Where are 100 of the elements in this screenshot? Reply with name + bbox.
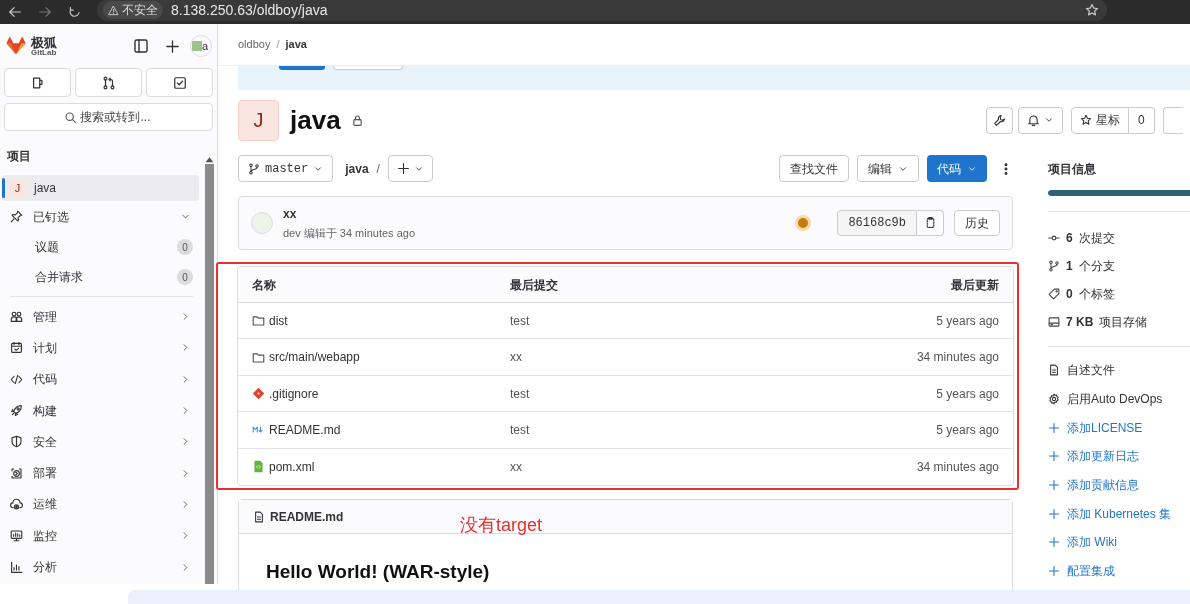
todo-button[interactable]	[146, 68, 213, 97]
item-label: 分析	[33, 559, 58, 576]
scroll-up-arrow-icon[interactable]	[205, 156, 214, 163]
back-icon[interactable]	[8, 5, 22, 19]
commit-title[interactable]: xx	[283, 204, 416, 223]
shield-icon	[10, 435, 23, 449]
stat-label: 项目存储	[1099, 314, 1148, 331]
sidebar-item[interactable]: J java	[2, 175, 199, 201]
chart-icon	[10, 560, 23, 574]
forward-icon[interactable]	[38, 5, 52, 19]
star-count[interactable]: 0	[1129, 106, 1155, 134]
stat-count: 0	[1066, 286, 1073, 303]
scrollbar[interactable]	[205, 164, 214, 584]
security-chip[interactable]: 不安全	[103, 1, 163, 19]
sidebar-item[interactable]: 代码	[2, 363, 199, 395]
sidebar-item[interactable]: 运维	[2, 488, 199, 521]
reload-icon[interactable]	[68, 5, 81, 19]
info-link[interactable]: 添加 Wiki	[1048, 528, 1190, 557]
history-button[interactable]: 历史	[954, 209, 1000, 236]
code-dropdown[interactable]: 代码	[927, 155, 987, 183]
info-stat-link[interactable]: 7 KB 项目存储	[1048, 308, 1190, 336]
issues-button[interactable]	[4, 68, 71, 97]
sidebar-item[interactable]: 构建	[2, 394, 199, 427]
last-update-time: 5 years ago	[936, 385, 999, 403]
item-label: 议题	[35, 239, 60, 256]
breadcrumb-link[interactable]: java	[285, 36, 307, 53]
settings-icon	[1048, 393, 1060, 406]
stat-label: 个标签	[1078, 286, 1115, 303]
star-icon[interactable]	[1085, 3, 1099, 17]
info-stat-link[interactable]: 0 个标签	[1048, 280, 1190, 308]
item-label: 构建	[33, 402, 58, 420]
last-commit-message[interactable]: xx	[510, 457, 917, 476]
sidebar-item[interactable]: 监控	[2, 520, 199, 552]
cloud-icon	[10, 497, 23, 511]
fox-logo-icon[interactable]	[5, 35, 27, 57]
info-link[interactable]: 添加LICENSE	[1048, 413, 1190, 443]
project-avatar: J	[238, 99, 279, 141]
brand-name: 极狐	[31, 35, 57, 49]
commit-author[interactable]: dev	[283, 224, 301, 242]
plus-icon[interactable]	[165, 38, 180, 54]
find-file-button[interactable]: 查找文件	[779, 155, 849, 183]
chevron-down-icon	[1044, 115, 1054, 125]
sidebar-item[interactable]: 计划	[2, 332, 199, 364]
breadcrumb-link[interactable]: oldboy	[238, 36, 271, 53]
sidebar-item[interactable]: 安全	[2, 426, 199, 458]
sidebar-item[interactable]: 分析	[2, 551, 199, 583]
file-row[interactable]: README.md test 5 years ago	[238, 412, 1013, 449]
branch-icon	[1048, 260, 1060, 272]
sidebar-item[interactable]: 部署	[2, 457, 199, 489]
item-label: 监控	[33, 527, 58, 545]
info-link[interactable]: 启用Auto DevOps	[1048, 384, 1190, 414]
info-link[interactable]: 添加贡献信息	[1048, 470, 1190, 500]
edit-dropdown[interactable]: 编辑	[857, 155, 919, 183]
pipeline-status-icon[interactable]	[795, 214, 812, 231]
file-name[interactable]: src/main/webapp	[269, 348, 360, 367]
file-name[interactable]: pom.xml	[269, 457, 315, 476]
last-update-time: 34 minutes ago	[916, 458, 999, 476]
path-crumb[interactable]: java	[345, 159, 369, 178]
file-name[interactable]: README.md	[269, 420, 341, 439]
item-label: java	[34, 180, 56, 197]
info-link[interactable]: 添加 Kubernetes 集	[1048, 499, 1190, 529]
settings-button[interactable]	[986, 106, 1013, 134]
panel-toggle-icon[interactable]	[133, 38, 149, 54]
last-commit-message[interactable]: test	[510, 311, 937, 330]
commit-sha-button[interactable]: 86168c9b	[837, 209, 917, 236]
info-stat-link[interactable]: 1 个分支	[1048, 252, 1190, 280]
active-indicator	[2, 178, 5, 198]
info-stat-link[interactable]: 6 次提交	[1048, 224, 1190, 252]
plus-icon	[1048, 507, 1060, 520]
address-bar[interactable]: 不安全 8.138.250.63/oldboy/java	[97, 0, 1107, 21]
project-avatar: J	[9, 179, 26, 197]
file-row[interactable]: pom.xml xx 34 minutes ago	[238, 448, 1013, 486]
last-commit-message[interactable]: test	[510, 384, 937, 403]
sidebar-item[interactable]: 已钉选	[2, 201, 199, 232]
sidebar-subitem[interactable]: 议题 0	[2, 232, 199, 262]
branch-dropdown[interactable]: master	[238, 155, 334, 183]
notification-dropdown[interactable]	[1018, 106, 1063, 134]
file-name[interactable]: dist	[269, 311, 288, 330]
monitor-icon	[10, 529, 23, 543]
column-header: 名称	[252, 276, 277, 294]
copy-button[interactable]	[917, 209, 944, 236]
bell-icon	[1027, 113, 1040, 127]
star-button[interactable]: 星标	[1071, 106, 1129, 134]
info-link[interactable]: 自述文件	[1048, 356, 1190, 385]
info-link[interactable]: 添加更新日志	[1048, 442, 1190, 471]
last-commit-message[interactable]: test	[510, 420, 937, 439]
file-row[interactable]: .gitignore test 5 years ago	[238, 375, 1013, 413]
item-label: 运维	[33, 496, 58, 514]
readme-title[interactable]: README.md	[270, 507, 344, 526]
last-commit-message[interactable]: xx	[510, 348, 917, 367]
sidebar-item[interactable]: 管理	[2, 301, 199, 333]
path-separator: /	[376, 160, 380, 178]
search-field[interactable]: 搜索或转到...	[4, 103, 213, 131]
warning-icon	[108, 4, 119, 16]
merge-request-button[interactable]	[75, 68, 142, 97]
file-row[interactable]: dist test 5 years ago	[238, 303, 1013, 340]
file-row[interactable]: src/main/webapp xx 34 minutes ago	[238, 339, 1013, 376]
sidebar-subitem[interactable]: 合并请求 0	[2, 262, 199, 292]
info-link[interactable]: 配置集成	[1048, 556, 1190, 586]
file-name[interactable]: .gitignore	[269, 384, 319, 403]
